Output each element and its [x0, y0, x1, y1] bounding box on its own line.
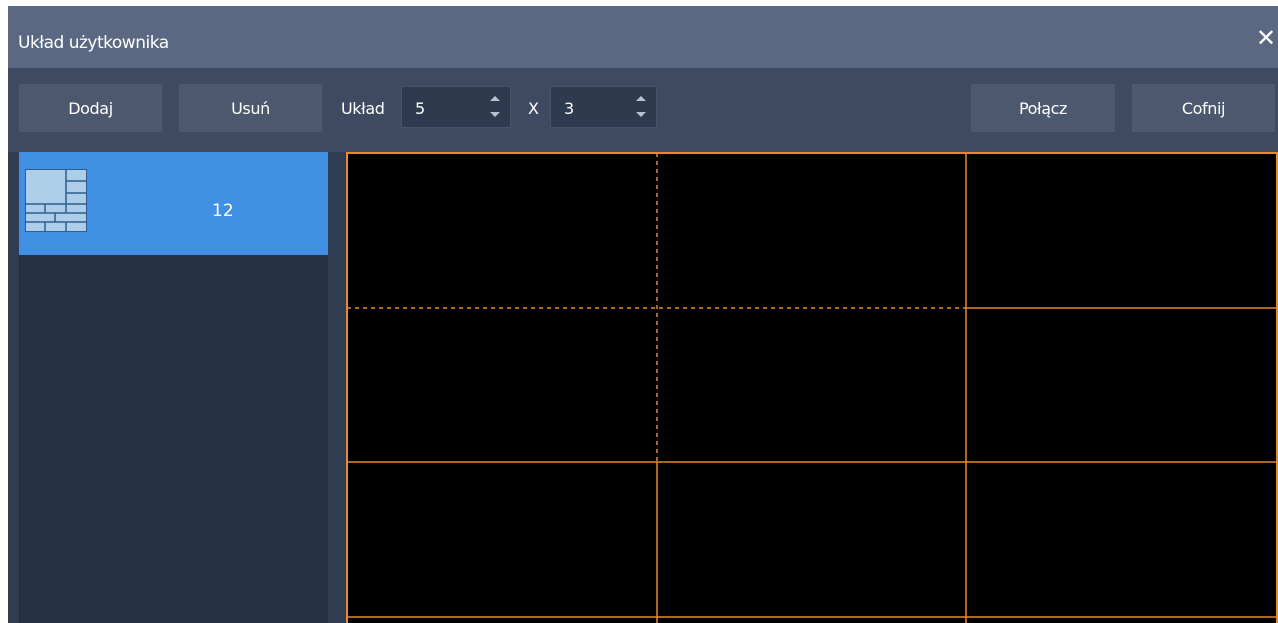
layout-list: 12	[19, 152, 328, 623]
user-layout-dialog: Układ użytkownika ✕ Dodaj Usuń Układ 5 X…	[8, 6, 1278, 623]
cols-value[interactable]: 3	[564, 99, 574, 118]
cols-spinbox[interactable]: 3	[550, 86, 657, 128]
layout-cell-count: 12	[212, 201, 234, 221]
remove-button[interactable]: Usuń	[179, 84, 322, 132]
layout-canvas[interactable]	[346, 152, 1278, 623]
rows-value[interactable]: 5	[415, 99, 425, 118]
grid-layout-icon	[25, 169, 87, 236]
layout-label: Układ	[341, 99, 385, 118]
title-bar: Układ użytkownika ✕	[8, 6, 1278, 68]
spin-up-icon[interactable]	[490, 96, 500, 101]
layout-list-item[interactable]: 12	[19, 152, 328, 255]
add-button[interactable]: Dodaj	[19, 84, 162, 132]
main-area: 12	[8, 152, 1278, 623]
spin-down-icon[interactable]	[490, 112, 500, 117]
times-label: X	[528, 99, 539, 118]
merge-button[interactable]: Połącz	[971, 84, 1115, 132]
spin-down-icon[interactable]	[636, 112, 646, 117]
close-icon[interactable]: ✕	[1256, 25, 1278, 51]
dialog-title: Układ użytkownika	[18, 33, 169, 53]
cols-spin-arrows	[636, 92, 646, 122]
rows-spin-arrows	[490, 92, 500, 122]
undo-button[interactable]: Cofnij	[1132, 84, 1275, 132]
rows-spinbox[interactable]: 5	[401, 86, 511, 128]
toolbar: Dodaj Usuń Układ 5 X 3 Połącz Cofnij	[8, 68, 1278, 152]
spin-up-icon[interactable]	[636, 96, 646, 101]
